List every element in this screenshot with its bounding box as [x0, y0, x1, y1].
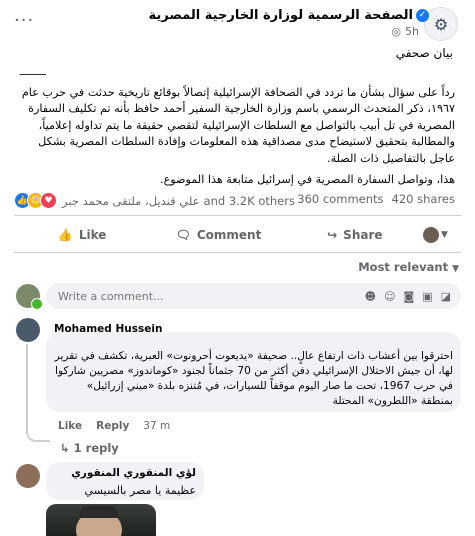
- share-count[interactable]: 420 shares: [392, 192, 455, 206]
- comment-time: 37 m: [143, 420, 171, 432]
- comment-text: احترقوا بين أعشاب ذات ارتفاع عالٍ.. صحيف…: [54, 350, 453, 407]
- sort-label: Most relevant: [358, 260, 449, 274]
- public-globe-icon: ◎: [391, 25, 402, 38]
- post-counts: 360 comments 420 shares: [297, 192, 455, 206]
- like-label: Like: [78, 228, 107, 242]
- comment-author[interactable]: Mohamed Hussein: [54, 323, 162, 335]
- avatar-sticker-icon[interactable]: ☻: [365, 290, 376, 303]
- comment-meta: Like Reply 37 m: [58, 420, 170, 432]
- like-button[interactable]: 👍 Like: [14, 228, 150, 242]
- comment-count[interactable]: 360 comments: [297, 192, 383, 206]
- comment-reply-button[interactable]: Reply: [96, 420, 129, 432]
- profile-avatar: [422, 227, 439, 243]
- more-options-icon[interactable]: ···: [14, 10, 34, 31]
- replies-label: 1 reply: [73, 441, 119, 455]
- love-reaction-icon: ♥: [40, 192, 57, 209]
- page-name[interactable]: الصفحة الرسمية لوزارة الخارجية المصرية: [149, 8, 413, 23]
- thumbs-up-icon: 👍: [57, 228, 73, 242]
- reaction-names: علي قنديل، ملتقى محمد جبر: [62, 193, 200, 208]
- chevron-down-icon: ▼: [452, 264, 459, 274]
- sticker-icon[interactable]: ◪: [441, 290, 451, 303]
- comment-label: Comment: [196, 228, 262, 242]
- comment-input[interactable]: [56, 288, 365, 304]
- divider-rule: [20, 74, 46, 75]
- reactions-summary[interactable]: 👍 ☺ ♥ علي قنديل، ملتقى محمد جبر and 3.2K…: [14, 192, 295, 209]
- chevron-down-icon: ▼: [440, 230, 448, 240]
- reply-arrow-icon: ↳: [60, 441, 70, 455]
- comment-like-button[interactable]: Like: [58, 420, 82, 432]
- comment-icon: 🗨: [175, 228, 191, 242]
- divider: [14, 252, 461, 253]
- verified-badge-icon: ✓: [416, 9, 429, 22]
- share-button[interactable]: ↪ Share: [287, 228, 423, 242]
- post-actions: 👍 Like 🗨 Comment ↪ Share ▼: [14, 222, 461, 248]
- emoji-icon[interactable]: ☺: [384, 290, 395, 303]
- comment-text: عظيمة يا مصر بالسيسي: [84, 484, 196, 497]
- audience-selector[interactable]: ▼: [422, 227, 461, 243]
- post-paragraph-2: هذا، وتواصل السفارة المصرية في إسرائيل م…: [160, 173, 455, 186]
- post-time-label: 5h: [405, 25, 419, 38]
- view-replies-button[interactable]: ↳ 1 reply: [60, 441, 119, 455]
- comment-photo[interactable]: [46, 504, 156, 536]
- sort-dropdown[interactable]: Most relevant ▼: [358, 260, 459, 274]
- camera-icon[interactable]: ◙: [404, 290, 415, 303]
- post-title: بيان صحفي: [395, 46, 453, 60]
- post-paragraph-1: رداً على سؤال بشأن ما تردد في الصحافة ال…: [21, 86, 455, 165]
- comment-button[interactable]: 🗨 Comment: [150, 228, 286, 242]
- page-avatar[interactable]: ⚙: [424, 7, 458, 41]
- share-label: Share: [343, 228, 383, 242]
- avatar[interactable]: [16, 464, 40, 488]
- divider: [14, 215, 461, 216]
- comment-author[interactable]: لؤي المنقوري المنقوري: [71, 467, 196, 479]
- reaction-others: and 3.2K others: [203, 193, 295, 208]
- comment-composer: ☻ ☺ ◙ ▣ ◪: [46, 283, 461, 309]
- avatar[interactable]: [16, 318, 40, 342]
- online-status-badge: [31, 298, 43, 310]
- post-time[interactable]: ◎ 5h: [391, 25, 419, 38]
- gif-icon[interactable]: ▣: [422, 290, 432, 303]
- photo-hair: [80, 506, 118, 518]
- share-icon: ↪: [327, 228, 338, 242]
